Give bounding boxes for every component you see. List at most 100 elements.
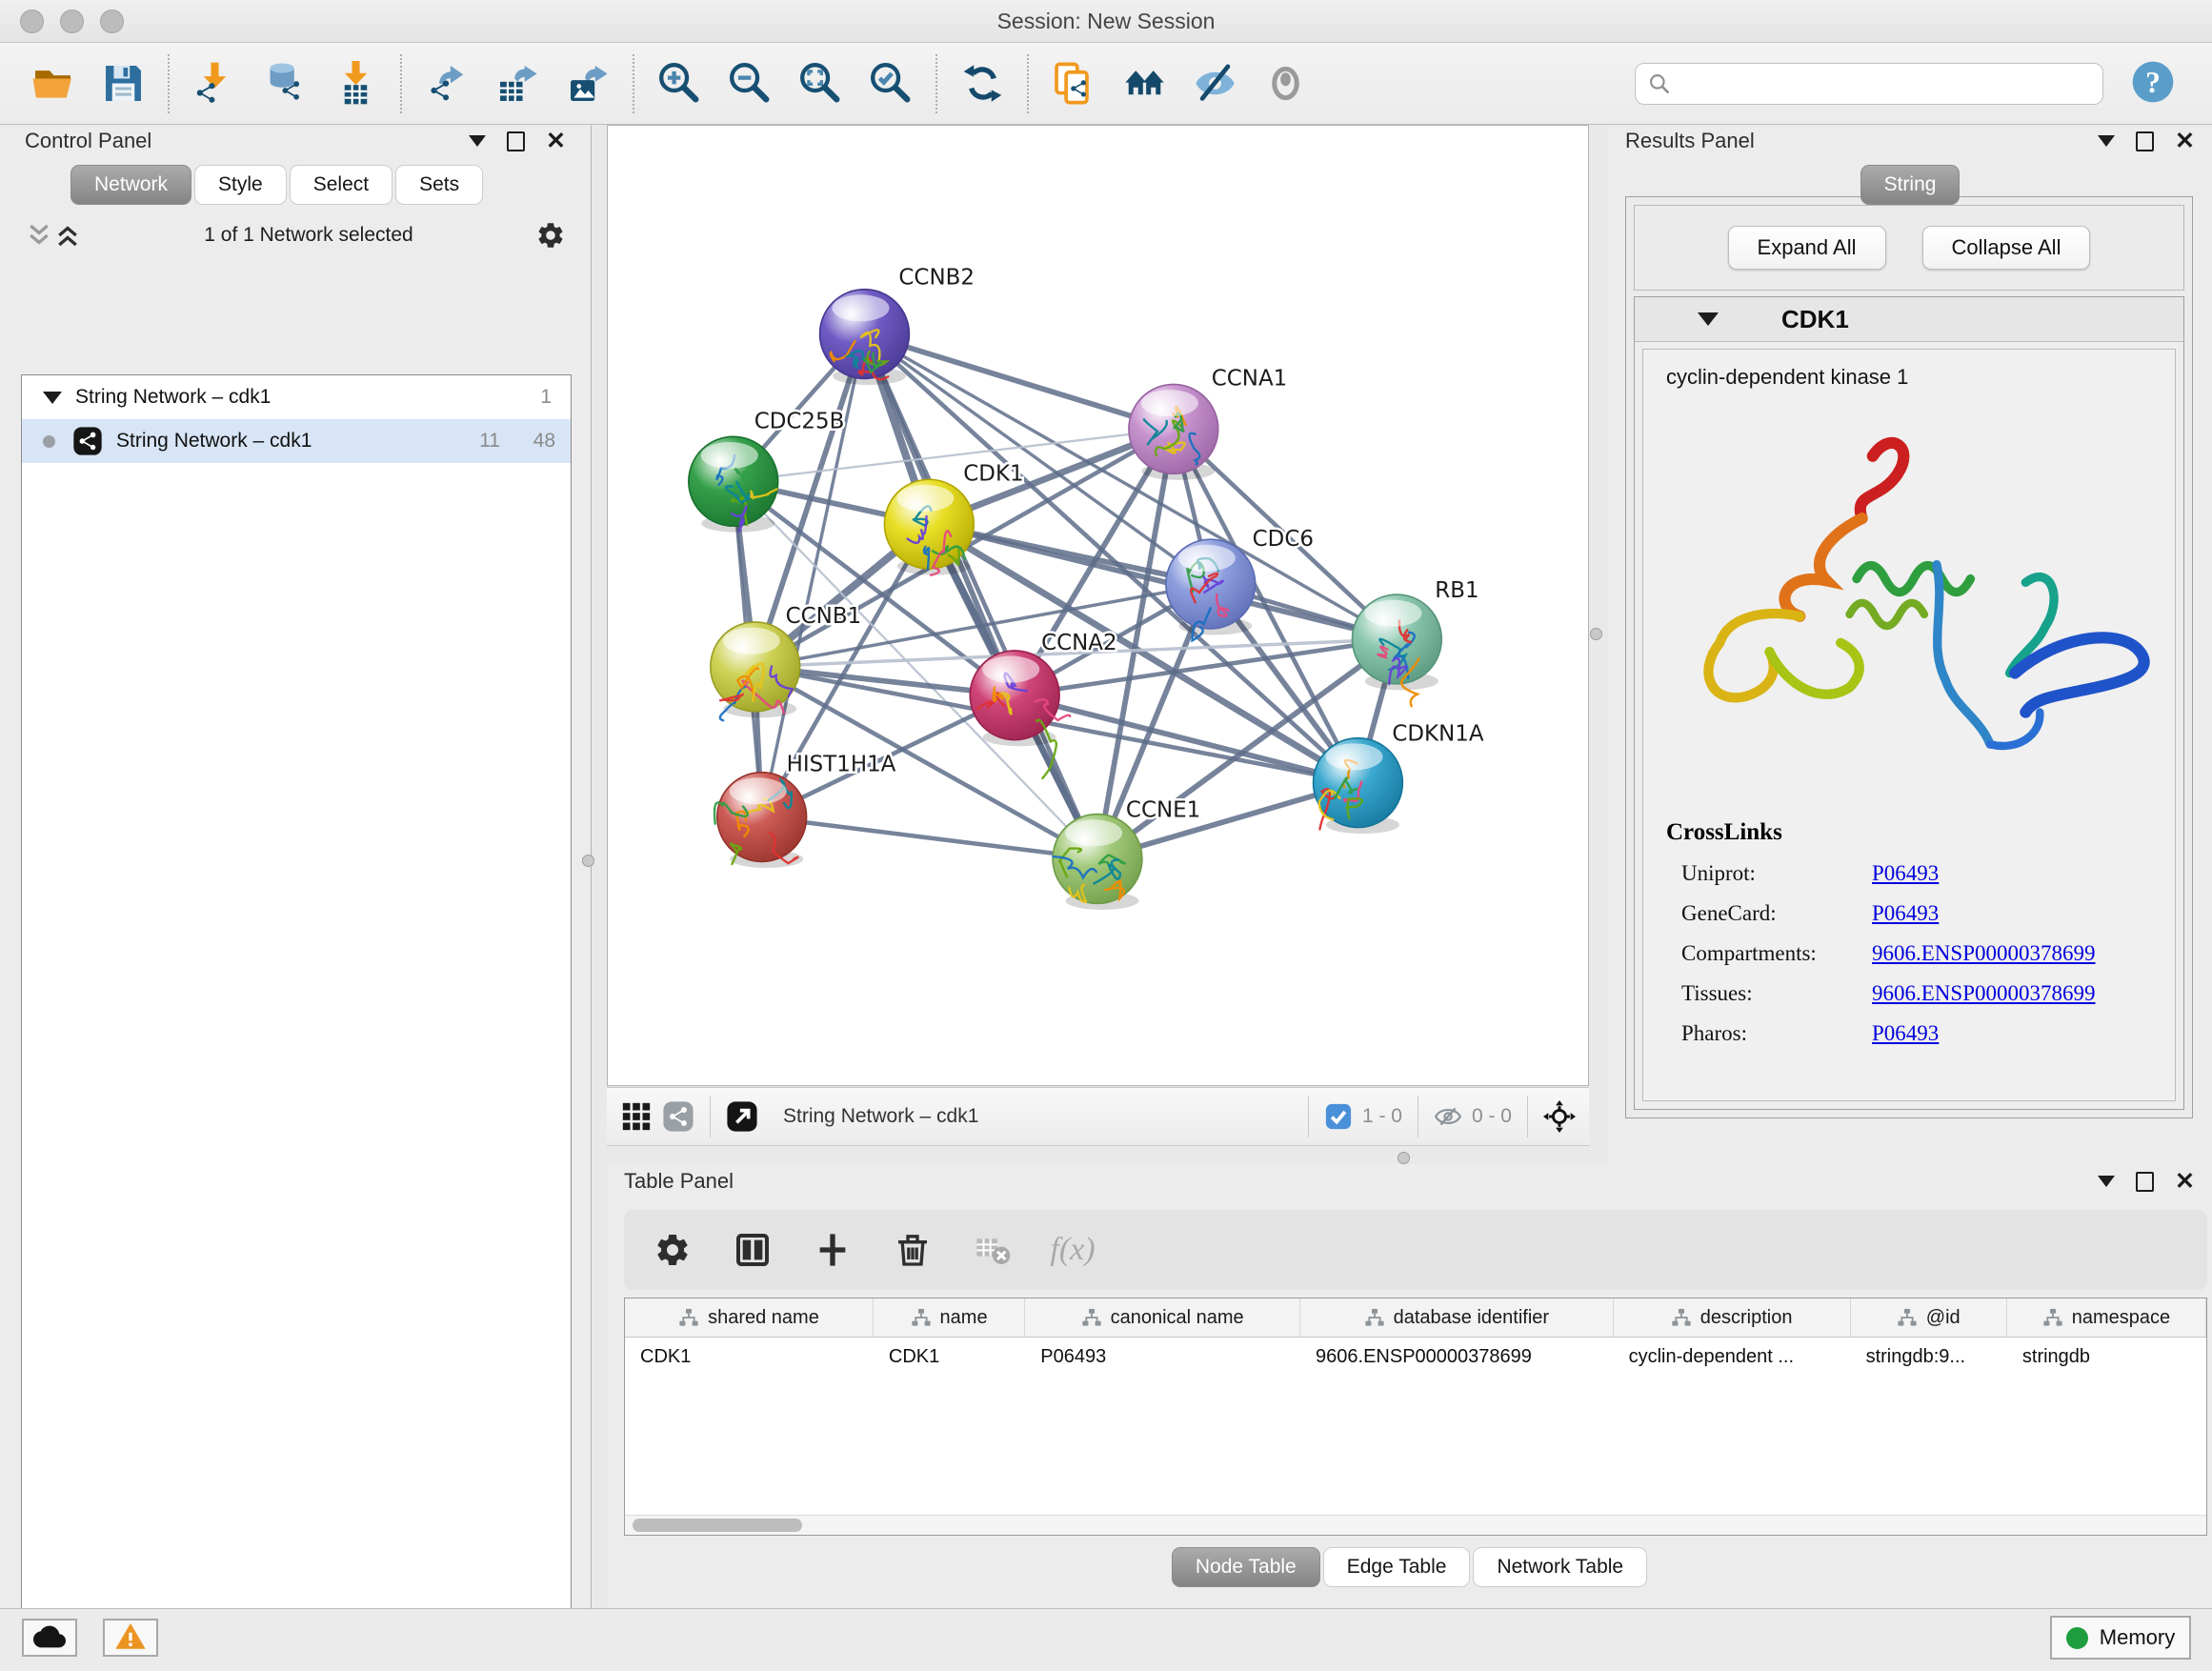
float-panel-icon[interactable] — [2136, 131, 2154, 151]
show-column-panel-button[interactable] — [727, 1221, 778, 1278]
node-HIST1H1A[interactable]: HIST1H1A — [714, 753, 896, 868]
node-CDKN1A[interactable]: CDKN1A — [1314, 722, 1484, 834]
import-table-button[interactable] — [326, 53, 385, 114]
copy-style-button[interactable] — [1044, 53, 1103, 114]
crosslink-value-link[interactable]: P06493 — [1872, 861, 1939, 886]
open-session-button[interactable] — [23, 53, 82, 114]
edge-CCNB2-CCNA1[interactable] — [864, 334, 1173, 430]
tab-node-table[interactable]: Node Table — [1172, 1547, 1320, 1587]
first-neighbors-button[interactable] — [1115, 53, 1174, 114]
section-expander-icon[interactable] — [1698, 312, 1719, 326]
table-row[interactable]: CDK1CDK1P064939606.ENSP00000378699cyclin… — [625, 1338, 2206, 1376]
network-view-title: String Network – cdk1 — [783, 1105, 1293, 1128]
tab-string[interactable]: String — [1860, 165, 1961, 205]
zoom-in-button[interactable] — [650, 53, 709, 114]
network-canvas[interactable]: CCNB2CCNA1CDC25BCDK1CDC6RB1CCNB1CCNA2CDK… — [607, 125, 1589, 1086]
column-type-icon — [678, 1307, 699, 1328]
network-view-icon[interactable] — [662, 1100, 694, 1133]
column-header-shared-name[interactable]: shared name — [625, 1299, 874, 1337]
gene-section-header[interactable]: CDK1 — [1635, 297, 2183, 342]
zoom-selected-button[interactable] — [861, 53, 920, 114]
birds-eye-toggle-button[interactable] — [726, 1100, 758, 1133]
warnings-button[interactable] — [103, 1619, 158, 1657]
node-label-CCNA1: CCNA1 — [1212, 366, 1287, 391]
vertical-splitter-handle[interactable] — [582, 855, 594, 867]
float-panel-icon[interactable] — [2136, 1172, 2154, 1192]
export-network-button[interactable] — [417, 53, 476, 114]
node-count: 11 — [441, 430, 500, 453]
expand-all-button[interactable]: Expand All — [1728, 226, 1886, 270]
refresh-layout-button[interactable] — [953, 53, 1012, 114]
table-settings-button[interactable] — [647, 1221, 698, 1278]
memory-button[interactable]: Memory — [2050, 1616, 2191, 1660]
node-CCNB2[interactable]: CCNB2 — [820, 266, 975, 385]
import-network-file-button[interactable] — [185, 53, 244, 114]
crosslinks-section: CrossLinks Uniprot:P06493GeneCard:P06493… — [1643, 819, 2175, 1046]
network-row[interactable]: String Network – cdk1 11 48 — [22, 419, 571, 463]
crosslink-value-link[interactable]: 9606.ENSP00000378699 — [1872, 981, 2096, 1006]
help-button[interactable]: ? — [2126, 57, 2180, 111]
column-header-description[interactable]: description — [1614, 1299, 1851, 1337]
table-horizontal-scrollbar[interactable] — [625, 1515, 2206, 1535]
zoom-fit-button[interactable] — [791, 53, 850, 114]
export-image-button[interactable] — [558, 53, 617, 114]
expand-all-networks-icon[interactable] — [53, 221, 82, 250]
status-bar: Memory — [0, 1608, 2212, 1671]
crosslink-value-link[interactable]: 9606.ENSP00000378699 — [1872, 941, 2096, 966]
tab-network-table[interactable]: Network Table — [1473, 1547, 1647, 1587]
search-box[interactable] — [1635, 63, 2103, 105]
column-header--id[interactable]: @id — [1851, 1299, 2007, 1337]
edge-HIST1H1A-CCNE1[interactable] — [762, 817, 1097, 859]
close-panel-icon[interactable]: ✕ — [2175, 1172, 2195, 1191]
panel-menu-icon[interactable] — [2098, 135, 2115, 147]
grid-mode-icon[interactable] — [620, 1100, 653, 1133]
pan-mode-icon[interactable] — [1543, 1100, 1576, 1133]
network-collection-row[interactable]: String Network – cdk1 1 — [22, 375, 571, 419]
panel-menu-icon[interactable] — [469, 135, 486, 147]
results-panel-title: Results Panel — [1625, 129, 1755, 153]
node-label-CCNB2: CCNB2 — [898, 266, 975, 291]
tab-style[interactable]: Style — [194, 165, 287, 205]
crosslinks-title: CrossLinks — [1666, 819, 2175, 846]
scrollbar-thumb[interactable] — [633, 1519, 802, 1532]
gene-name: CDK1 — [1781, 305, 1849, 334]
network-options-gear-icon[interactable] — [535, 220, 566, 251]
float-panel-icon[interactable] — [507, 131, 525, 151]
column-header-namespace[interactable]: namespace — [2007, 1299, 2206, 1337]
export-table-button[interactable] — [488, 53, 547, 114]
show-all-button[interactable] — [1256, 53, 1315, 114]
column-header-canonical-name[interactable]: canonical name — [1025, 1299, 1300, 1337]
vertical-splitter-handle[interactable] — [1590, 628, 1602, 640]
column-header-database-identifier[interactable]: database identifier — [1300, 1299, 1614, 1337]
horizontal-splitter-handle[interactable] — [1398, 1152, 1410, 1164]
zoom-out-button[interactable] — [720, 53, 779, 114]
tab-edge-table[interactable]: Edge Table — [1323, 1547, 1471, 1587]
tab-sets[interactable]: Sets — [395, 165, 483, 205]
edge-CCNB2-CCNE1[interactable] — [864, 334, 1097, 859]
crosslink-value-link[interactable]: P06493 — [1872, 901, 1939, 926]
hide-selected-button[interactable] — [1185, 53, 1244, 114]
collapse-all-networks-icon[interactable] — [25, 221, 53, 250]
node-label-HIST1H1A: HIST1H1A — [787, 753, 896, 777]
delete-column-button[interactable] — [887, 1221, 938, 1278]
close-panel-icon[interactable]: ✕ — [2175, 131, 2195, 151]
selected-nodes-checkbox[interactable] — [1324, 1102, 1353, 1131]
import-network-database-button[interactable] — [255, 53, 314, 114]
collection-expander-icon[interactable] — [43, 392, 62, 404]
node-CDC6[interactable]: CDC6 — [1166, 527, 1314, 640]
collapse-all-button[interactable]: Collapse All — [1922, 226, 2091, 270]
crosslink-value-link[interactable]: P06493 — [1872, 1021, 1939, 1046]
search-input[interactable] — [1679, 71, 2091, 96]
tab-select[interactable]: Select — [290, 165, 392, 205]
column-header-name[interactable]: name — [874, 1299, 1025, 1337]
node-CDK1[interactable]: CDK1 — [884, 461, 1023, 575]
save-session-button[interactable] — [93, 53, 152, 114]
create-column-button[interactable] — [807, 1221, 858, 1278]
panel-menu-icon[interactable] — [2098, 1176, 2115, 1187]
tab-network[interactable]: Network — [70, 165, 191, 205]
cloud-status-button[interactable] — [22, 1619, 77, 1657]
node-RB1[interactable]: RB1 — [1352, 578, 1478, 706]
edge-CCNB2-HIST1H1A[interactable] — [762, 334, 865, 817]
node-label-CDK1: CDK1 — [963, 461, 1023, 486]
close-panel-icon[interactable]: ✕ — [546, 131, 566, 151]
